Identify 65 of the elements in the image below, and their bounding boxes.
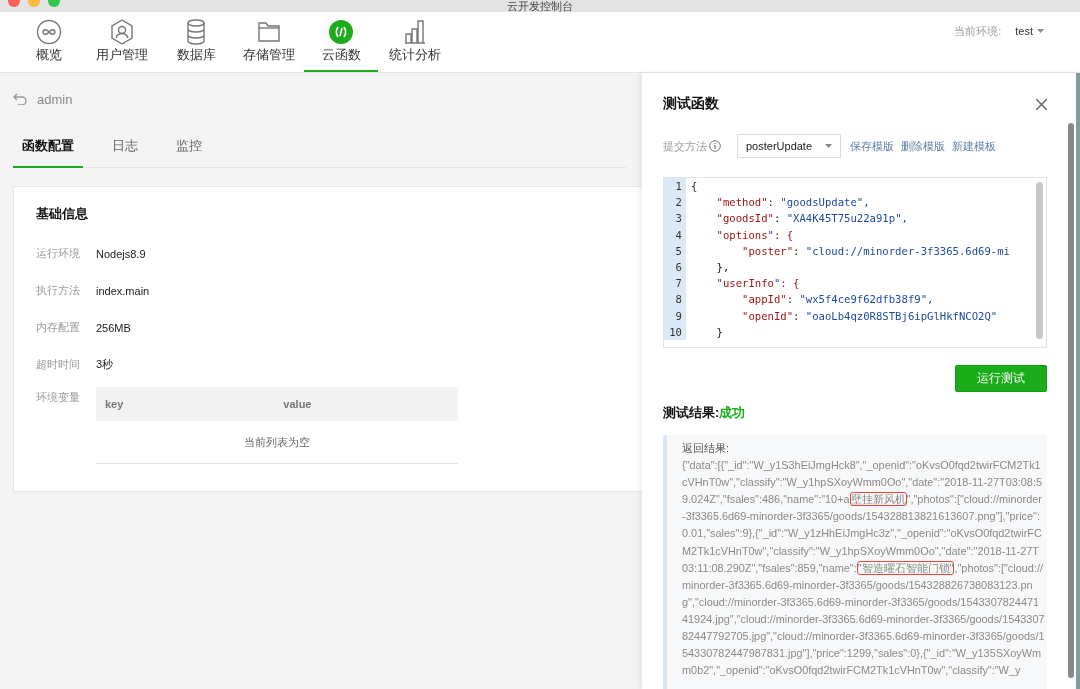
result-status: 成功 — [719, 404, 746, 422]
template-link[interactable]: 新建模板 — [952, 138, 996, 154]
code-line: { — [691, 179, 698, 194]
field-value: 3秒 — [96, 357, 114, 372]
field-label: 环境变量 — [36, 390, 81, 405]
tab[interactable]: 函数配置 — [13, 125, 83, 168]
column-header: key — [105, 398, 124, 410]
section-title: 基础信息 — [36, 205, 89, 223]
environment-label: 当前环境: — [954, 23, 1002, 39]
code-line: "appId": "wx5f4ce9f62dfb38f9", — [741, 292, 934, 308]
panel-title: 测试函数 — [663, 95, 719, 113]
method-select[interactable]: posterUpdate — [737, 134, 841, 158]
method-label: 提交方法 — [663, 138, 707, 154]
info-icon[interactable] — [709, 140, 721, 152]
field-label: 执行方法 — [36, 283, 81, 298]
infinity-icon — [35, 19, 62, 45]
line-number: 7 — [664, 275, 686, 292]
nav-tab[interactable]: 用户管理 — [85, 10, 158, 72]
code-line: "openId": "oaoLb4qz0R8STBj6ipGlHkfNCO2Q" — [741, 308, 998, 324]
nav-tab[interactable]: 云函数 — [304, 10, 378, 72]
field-label: 内存配置 — [36, 320, 81, 335]
code-line: }, — [715, 259, 730, 275]
scrollbar[interactable] — [1068, 123, 1074, 678]
nav-tab[interactable]: 数据库 — [158, 10, 234, 72]
result-text: {"data":[{"_id":"W_y1S3hEiJmgHck8","_openid":"oKvsO0fqd2twirFCM2Tk1cVHnT0w","classify":"W_y1hpSXoyWmm0Oo","date":"2018-11-27T03:08:59.024Z","fsales":486,"name":"10+a壁挂新风机","photos":["cloud://minorder-3f3365.6d69-minorder-3f3365/goods/154328813821613607.png"],"price":0.01,"sales":9},{"_id":"W_y1zHhEiJmgHc3z","_openid":"oKvsO0fqd2twirFCM2Tk1cVHnT0w","classify":"W_y1hpSXoyWmm0Oo","date":"2018-11-27T03:11:08.290Z","fsales":859,"name":"智造曜石智能门锁","photos":["cloud://minorder-3f3365.6d69-minorder-3f3365/goods/154328826738083123.png","cloud://minorder-3f3365.6d69-minorder-3f3365/goods/154330782447141924.jpg","cloud://minorder-3f3365.6d69-minorder-3f3365/goods/154330782447792705.jpg","cloud://minorder-3f3365.6d69-minorder-3f3365/goods/154330782447987831.jpg"],"price":1299,"sales":0},{"_id":"W_y135SXoyWmm0b2","_openid":"oKvsO0fqd2twirFCM2Tk1cVHnT0w","classify":"W_y — [682, 458, 1045, 679]
code-line: } — [715, 324, 723, 340]
back-icon[interactable] — [13, 93, 27, 105]
line-number: 8 — [664, 291, 686, 308]
code-line: "options": { — [715, 227, 794, 243]
tab[interactable]: 监控 — [167, 125, 211, 168]
template-link[interactable]: 保存模版 — [850, 138, 894, 154]
environment-select[interactable]: test — [1015, 25, 1044, 37]
code-icon — [329, 20, 353, 44]
code-line: "goodsId": "XA4K45T75u22a91p", — [715, 211, 908, 227]
tab[interactable]: 日志 — [103, 125, 147, 168]
caret-icon — [825, 144, 832, 148]
field-label: 运行环境 — [36, 246, 81, 261]
field-label: 超时时间 — [36, 357, 81, 372]
return-label: 返回结果: — [682, 441, 731, 456]
template-link[interactable]: 删除模版 — [901, 138, 945, 154]
field-value: 256MB — [96, 321, 131, 334]
database-icon — [186, 19, 206, 45]
window-title: 云开发控制台 — [507, 0, 573, 12]
line-number: 2 — [664, 194, 686, 211]
close-icon[interactable] — [1036, 98, 1047, 110]
folder-icon — [258, 22, 280, 42]
user-icon — [109, 19, 134, 45]
scrollbar[interactable] — [1036, 182, 1043, 339]
line-number: 3 — [664, 210, 686, 227]
function-name: admin — [37, 91, 73, 107]
nav-tab[interactable]: 统计分析 — [378, 10, 451, 72]
code-line: "userInfo": { — [715, 276, 800, 292]
empty-message: 当前列表为空 — [244, 436, 310, 448]
bar-chart-icon — [403, 20, 426, 44]
caret-icon — [1037, 29, 1044, 33]
nav-tab[interactable]: 存储管理 — [234, 10, 304, 72]
code-line: "method": "goodsUpdate", — [715, 195, 870, 211]
code-editor[interactable] — [663, 177, 1047, 348]
code-line: "poster": "cloud://minorder-3f3365.6d69-mi — [741, 243, 1010, 259]
result-label: 测试结果: — [663, 404, 720, 422]
field-value: Nodejs8.9 — [96, 247, 146, 260]
field-value: index.main — [96, 284, 150, 297]
line-number: 1 — [664, 178, 686, 195]
nav-tab[interactable]: 概览 — [12, 10, 85, 72]
column-header: value — [283, 398, 312, 410]
